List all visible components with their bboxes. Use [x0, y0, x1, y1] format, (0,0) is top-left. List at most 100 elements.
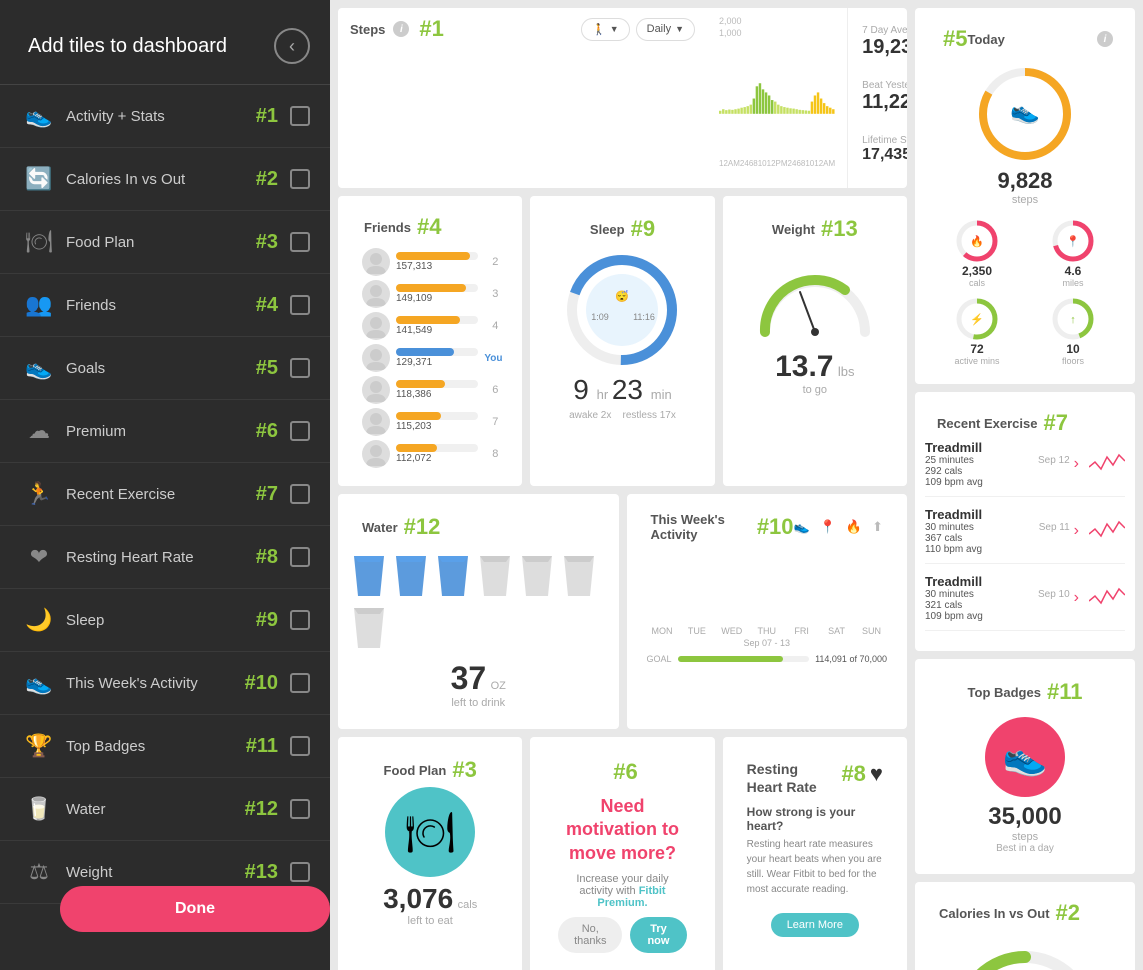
- today-steps-val: 9,828: [997, 168, 1052, 193]
- sidebar-item-sleep[interactable]: 🌙 Sleep #9: [0, 589, 330, 652]
- exercise-info: Treadmill 30 minutes 367 cals 110 bpm av…: [925, 507, 1033, 555]
- friend-name: 118,386: [396, 389, 478, 400]
- sidebar-item-premium[interactable]: ☁ Premium #6: [0, 400, 330, 463]
- exercise-heart-chart: [1089, 514, 1125, 549]
- exercise-cals: 292 cals: [925, 466, 1032, 477]
- sidebar-item-friends[interactable]: 👥 Friends #4: [0, 274, 330, 337]
- cup-empty-4: [350, 604, 388, 652]
- steps-filter1-btn[interactable]: 🚶 ▼: [581, 18, 630, 41]
- steps-filter2-label: Daily: [647, 23, 671, 35]
- sidebar-item-badges[interactable]: 🏆 Top Badges #11: [0, 715, 330, 778]
- sleep-num: #9: [631, 216, 655, 242]
- week-day-tue: TUE: [688, 626, 706, 636]
- sidebar-checkbox-friends[interactable]: [290, 295, 310, 315]
- right-column: #5 Today i 👟 9,828 steps: [915, 8, 1135, 970]
- activity-icon-pin: 📍: [820, 519, 836, 535]
- sidebar-num-resting_hr: #8: [256, 546, 278, 569]
- steps-y-label-2000: 2,000: [719, 16, 835, 26]
- badge-icon-circle: 👟: [985, 717, 1065, 797]
- today-info-icon[interactable]: i: [1097, 31, 1113, 47]
- steps-filter2-btn[interactable]: Daily ▼: [636, 18, 695, 41]
- friend-bar-bg: [396, 444, 478, 452]
- friend-avatar: [362, 248, 390, 276]
- sidebar-item-food[interactable]: 🍽 Food Plan #3: [0, 211, 330, 274]
- sidebar-num-premium: #6: [256, 420, 278, 443]
- friend-rank: You: [484, 352, 498, 364]
- premium-no-button[interactable]: No, thanks: [558, 917, 622, 953]
- done-button[interactable]: Done: [60, 886, 330, 932]
- weight-gauge-svg: [750, 262, 880, 342]
- friend-avatar: [362, 408, 390, 436]
- heart-icon: ♥: [870, 761, 883, 787]
- sleep-restless: restless 17x: [623, 410, 676, 421]
- resting-headline: How strong is your heart?: [747, 805, 883, 833]
- back-button[interactable]: ‹: [274, 28, 310, 64]
- sidebar-checkbox-goals[interactable]: [290, 358, 310, 378]
- sidebar-checkbox-badges[interactable]: [290, 736, 310, 756]
- exercise-chevron-icon[interactable]: ›: [1074, 522, 1079, 540]
- sidebar-icon-resting_hr: ❤: [20, 538, 58, 576]
- friend-avatar: [362, 280, 390, 308]
- exercise-info: Treadmill 25 minutes 292 cals 109 bpm av…: [925, 440, 1032, 488]
- sidebar-num-goals: #5: [256, 357, 278, 380]
- steps-chart-area: 2,000 1,000: [707, 8, 847, 188]
- resting-tile: Resting Heart Rate #8 ♥ How strong is yo…: [723, 737, 907, 970]
- sleep-hr-label: hr: [597, 387, 612, 402]
- svg-text:🔥: 🔥: [970, 235, 984, 248]
- sidebar-label-food: Food Plan: [66, 234, 256, 251]
- sidebar-checkbox-food[interactable]: [290, 232, 310, 252]
- today-miles-unit: miles: [1062, 278, 1083, 288]
- row4: Food Plan #3 🍽 3,076 cals left to eat #6: [338, 737, 907, 970]
- sidebar-icon-food: 🍽: [20, 223, 58, 261]
- friends-num: #4: [417, 214, 441, 240]
- today-cals-circle: 🔥: [954, 218, 1000, 264]
- sidebar-list: 👟 Activity + Stats #1 🔄 Calories In vs O…: [0, 85, 330, 970]
- sidebar-item-this_week[interactable]: 👟 This Week's Activity #10: [0, 652, 330, 715]
- svg-text:👟: 👟: [1010, 98, 1040, 125]
- sidebar-item-goals[interactable]: 👟 Goals #5: [0, 337, 330, 400]
- sidebar-checkbox-resting_hr[interactable]: [290, 547, 310, 567]
- friend-row: 129,371 You: [362, 344, 498, 372]
- calories-gauge-svg: [945, 942, 1105, 970]
- exercise-chevron-icon[interactable]: ›: [1074, 455, 1079, 473]
- sidebar-item-resting_hr[interactable]: ❤ Resting Heart Rate #8: [0, 526, 330, 589]
- today-active-circle: ⚡: [954, 296, 1000, 342]
- sidebar-checkbox-recent_exercise[interactable]: [290, 484, 310, 504]
- exercise-chevron-icon[interactable]: ›: [1074, 589, 1079, 607]
- exercise-cals: 321 cals: [925, 600, 1032, 611]
- steps-info-icon[interactable]: i: [393, 21, 409, 37]
- friend-rank: 3: [484, 288, 498, 300]
- today-cals-mini: 🔥 2,350 cals: [933, 218, 1021, 288]
- sidebar-checkbox-this_week[interactable]: [290, 673, 310, 693]
- sidebar-icon-water: 🥛: [20, 790, 58, 828]
- sidebar-icon-activity: 👟: [20, 97, 58, 135]
- sidebar-item-calories[interactable]: 🔄 Calories In vs Out #2: [0, 148, 330, 211]
- water-title: Water: [362, 520, 398, 535]
- learn-more-button[interactable]: Learn More: [771, 913, 859, 937]
- today-active-mini: ⚡ 72 active mins: [933, 296, 1021, 366]
- sidebar-num-recent_exercise: #7: [256, 483, 278, 506]
- sidebar-num-water: #12: [245, 798, 278, 821]
- friend-bar-fill: [396, 444, 437, 452]
- friend-bar-fill: [396, 252, 470, 260]
- sidebar-item-activity[interactable]: 👟 Activity + Stats #1: [0, 85, 330, 148]
- seven-day-avg-val: 19,233: [862, 36, 907, 58]
- sidebar-checkbox-activity[interactable]: [290, 106, 310, 126]
- sidebar-checkbox-calories[interactable]: [290, 169, 310, 189]
- week-day-sun: SUN: [862, 626, 881, 636]
- sidebar-item-recent_exercise[interactable]: 🏃 Recent Exercise #7: [0, 463, 330, 526]
- sidebar-checkbox-sleep[interactable]: [290, 610, 310, 630]
- sidebar-checkbox-water[interactable]: [290, 799, 310, 819]
- sidebar-checkbox-premium[interactable]: [290, 421, 310, 441]
- friend-avatar: [362, 376, 390, 404]
- exercise-name: Treadmill: [925, 574, 1032, 589]
- exercise-date: Sep 12: [1038, 455, 1070, 466]
- premium-try-button[interactable]: Try now: [630, 917, 686, 953]
- sidebar-item-water[interactable]: 🥛 Water #12: [0, 778, 330, 841]
- sidebar-checkbox-weight[interactable]: [290, 862, 310, 882]
- sidebar-num-food: #3: [256, 231, 278, 254]
- chevron-down-icon2: ▼: [675, 24, 684, 34]
- friends-list: 157,313 2 149,109 3 141,549 4: [352, 244, 508, 476]
- dashboard: Steps i #1 🚶 ▼ Daily ▼: [330, 0, 1143, 970]
- food-label: left to eat: [383, 915, 477, 927]
